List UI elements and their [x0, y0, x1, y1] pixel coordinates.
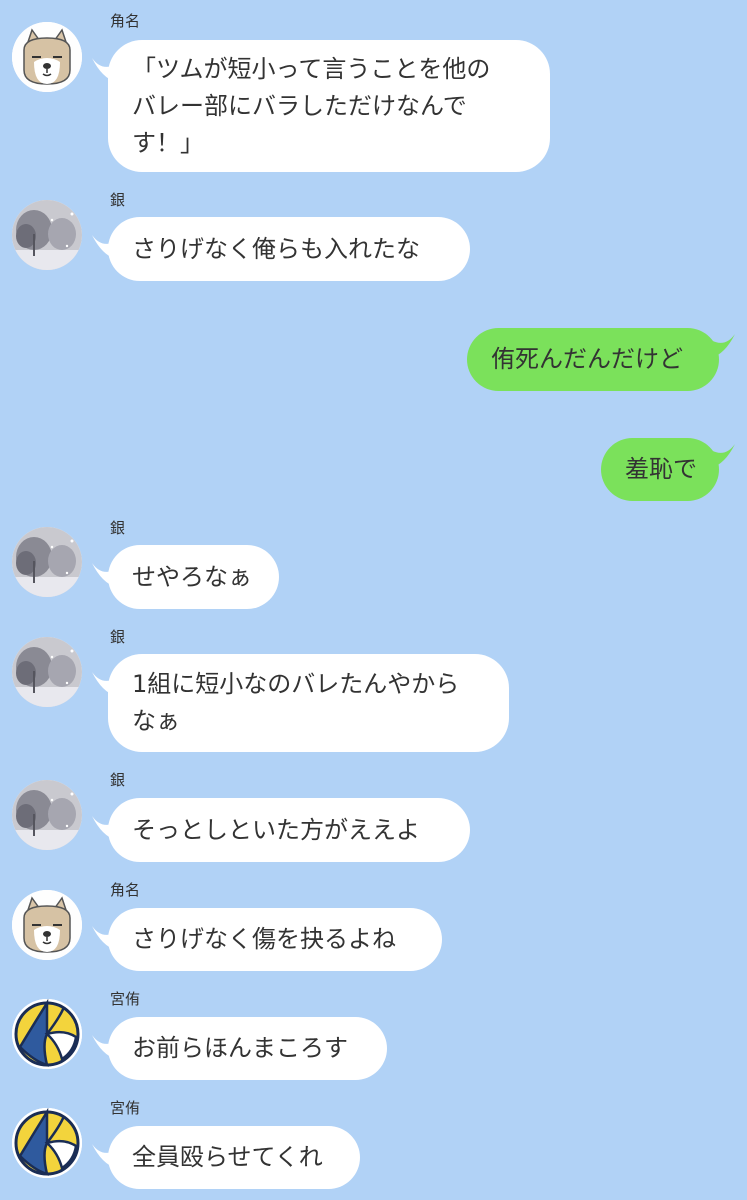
bubble-tail-icon	[92, 1035, 116, 1059]
message-bubble[interactable]: せやろなぁ	[92, 545, 279, 609]
message-text: 「ツムが短小って言うことを他の バレー部にバラしただけなんで す！」	[132, 54, 491, 157]
sender-avatar[interactable]	[12, 527, 82, 597]
snowy-tree-icon	[12, 527, 82, 597]
bubble-tail-icon	[92, 563, 116, 587]
message-bubble[interactable]: 侑死んだんだけど	[467, 328, 735, 391]
message-bubble[interactable]: 羞恥で	[601, 438, 735, 501]
sender-name: 銀	[110, 771, 126, 789]
message-text: 侑死んだんだけど	[491, 345, 683, 373]
sender-avatar[interactable]	[12, 1108, 82, 1178]
sender-name: 銀	[110, 519, 126, 537]
bubble-tail-icon	[711, 444, 735, 468]
sender-avatar[interactable]	[12, 780, 82, 850]
message-bubble[interactable]: 全員殴らせてくれ	[92, 1126, 360, 1189]
sender-name: 角名	[110, 881, 141, 899]
bubble-tail-icon	[92, 816, 116, 840]
message-bubble[interactable]: 「ツムが短小って言うことを他の バレー部にバラしただけなんで す！」	[92, 40, 550, 172]
message-bubble[interactable]: さりげなく傷を抉るよね	[92, 908, 442, 971]
shiba-dog-icon	[12, 22, 82, 92]
sender-name: 宮侑	[110, 1099, 141, 1117]
message-bubble[interactable]: そっとしといた方がええよ	[92, 798, 470, 862]
message-text: せやろなぁ	[132, 562, 252, 591]
message-text: そっとしといた方がええよ	[132, 815, 420, 844]
volleyball-icon	[12, 1108, 82, 1178]
sender-name: 銀	[110, 191, 126, 209]
bubble-tail-icon	[92, 235, 116, 259]
bubble-tail-icon	[92, 926, 116, 950]
snowy-tree-icon	[12, 637, 82, 707]
message-bubble[interactable]: さりげなく俺らも入れたな	[92, 217, 470, 281]
sender-avatar[interactable]	[12, 890, 82, 960]
sender-name: 宮侑	[110, 990, 141, 1008]
sender-avatar[interactable]	[12, 999, 82, 1069]
bubble-tail-icon	[92, 58, 116, 82]
message-text: さりげなく傷を抉るよね	[132, 925, 396, 953]
snowy-tree-icon	[12, 780, 82, 850]
sender-name: 角名	[110, 12, 141, 30]
bubble-tail-icon	[711, 334, 735, 358]
sender-avatar[interactable]	[12, 200, 82, 270]
sender-name: 銀	[110, 628, 126, 646]
message-bubble[interactable]: 1組に短小なのバレたんやから なぁ	[92, 654, 509, 752]
bubble-tail-icon	[92, 1144, 116, 1168]
message-text: 1組に短小なのバレたんやから なぁ	[132, 670, 460, 735]
volleyball-icon	[12, 999, 82, 1069]
message-text: 全員殴らせてくれ	[132, 1143, 323, 1171]
message-text: お前らほんまころす	[132, 1034, 348, 1062]
sender-avatar[interactable]	[12, 637, 82, 707]
message-text: さりげなく俺らも入れたな	[132, 234, 420, 263]
sender-avatar[interactable]	[12, 22, 82, 92]
message-text: 羞恥で	[625, 455, 697, 483]
shiba-dog-icon	[12, 890, 82, 960]
message-bubble[interactable]: お前らほんまころす	[92, 1017, 387, 1080]
bubble-tail-icon	[92, 672, 116, 696]
snowy-tree-icon	[12, 200, 82, 270]
